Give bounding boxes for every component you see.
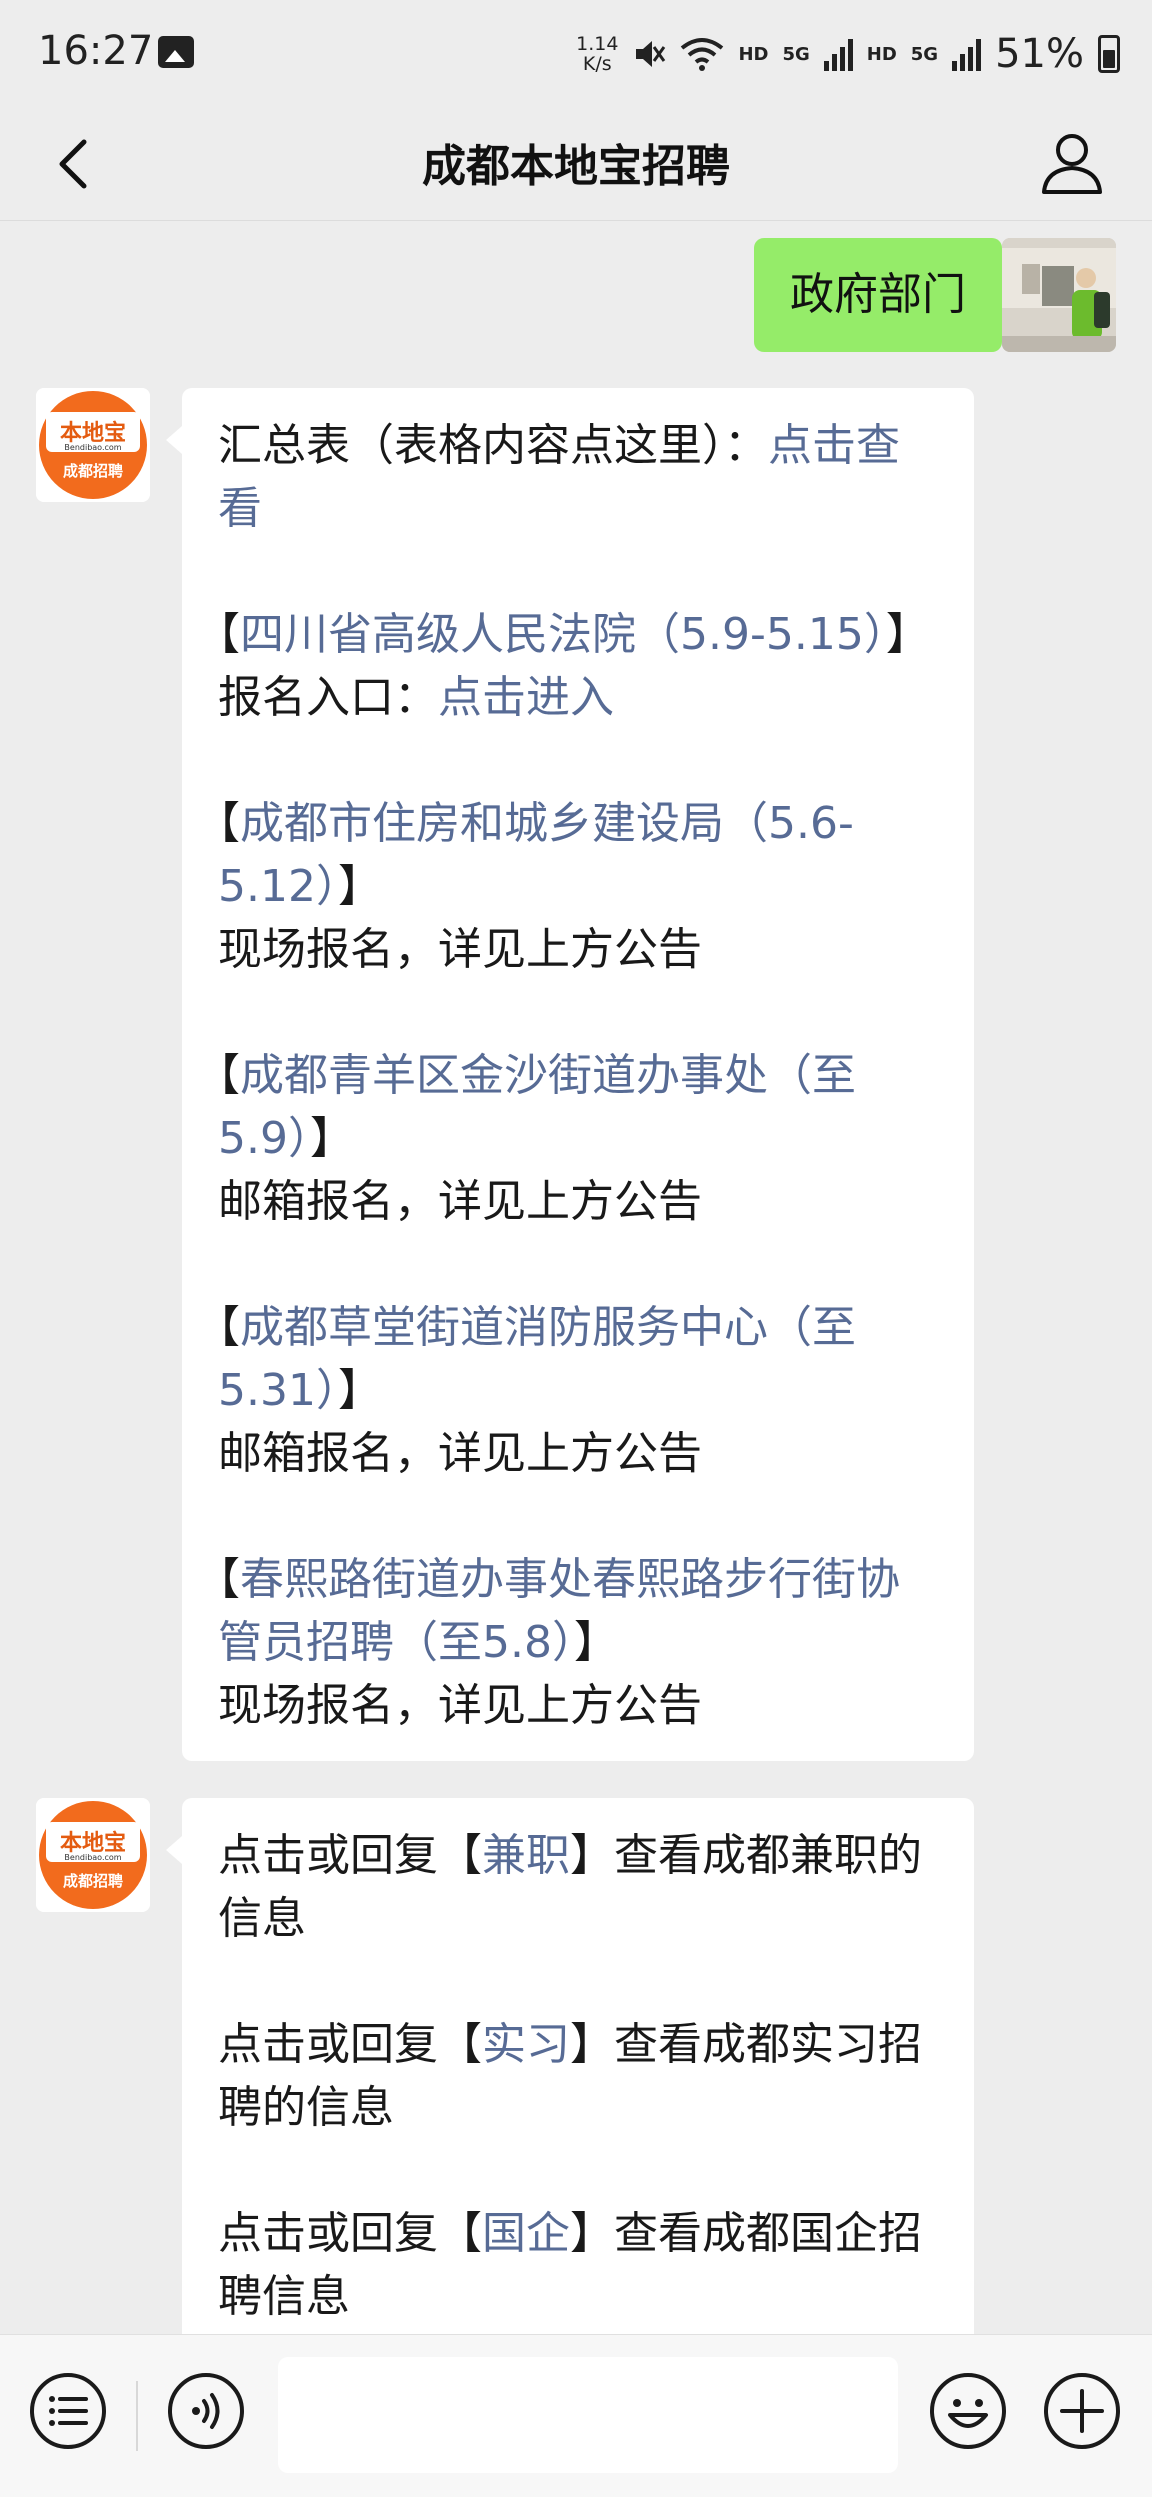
signal-label-1: 5G [782,43,810,65]
job-link[interactable]: 四川省高级人民法院（5.9-5.15） [240,609,886,660]
my-avatar[interactable] [1002,238,1116,352]
keyword-link[interactable]: 兼职 [482,1830,570,1881]
voice-icon[interactable] [166,2371,246,2451]
svg-text:成都招聘: 成都招聘 [63,1872,123,1890]
my-message-text: 政府部门 [790,269,966,320]
bot-avatar[interactable]: 本地宝 Bendibao.com 成都招聘 [36,388,150,502]
list-item: 【成都青羊区金沙街道办事处（至5.9）】 邮箱报名，详见上方公告 [196,1050,856,1227]
signal-bars-icon [952,37,982,71]
gallery-notification-icon [158,36,194,68]
divider [136,2381,138,2451]
signal-label-2: 5G [910,43,939,65]
bot-message-bubble[interactable]: 汇总表（表格内容点这里）：点击查看 【四川省高级人民法院（5.9-5.15）】报… [166,388,974,1761]
list-item: 【成都草堂街道消防服务中心（至5.31）】 邮箱报名，详见上方公告 [196,1302,856,1479]
network-speed: 1.14 K/s [576,33,619,75]
bendibao-logo: 本地宝 Bendibao.com 成都招聘 [36,388,150,502]
svg-text:成都招聘: 成都招聘 [63,462,123,480]
hd-indicator-2: HD [866,43,897,65]
hd-indicator-1: HD [738,43,769,65]
list-menu-icon[interactable] [28,2371,108,2451]
keyword-link[interactable]: 实习 [482,2019,570,2070]
chat-area[interactable]: 政府部门 本地宝 Bendibao.com 成都招聘 汇总表（表格内容点这里）：… [0,220,1152,2334]
svg-text:Bendibao.com: Bendibao.com [64,1853,121,1862]
my-message-bubble[interactable]: 政府部门 [754,238,1018,352]
summary-line: 汇总表（表格内容点这里）：点击查看 [218,420,900,534]
list-item: 点击或回复【国企】查看成都国企招聘信息 [218,2208,922,2322]
battery-icon [1098,35,1120,73]
status-bar: 16:27 1.14 K/s HD 5G HD 5G 51% [0,0,1152,108]
wifi-icon [681,38,724,71]
job-link[interactable]: 成都草堂街道消防服务中心（至5.31） [218,1302,856,1416]
avatar-photo [1002,238,1116,352]
bot-message-bubble[interactable]: 点击或回复【兼职】查看成都兼职的信息 点击或回复【实习】查看成都实习招聘的信息 … [166,1798,974,2334]
emoji-icon[interactable] [928,2371,1008,2451]
list-item: 点击或回复【实习】查看成都实习招聘的信息 [218,2019,922,2133]
list-item: 【春熙路街道办事处春熙路步行街协管员招聘（至5.8）】 现场报名，详见上方公告 [196,1554,900,1731]
list-item: 【四川省高级人民法院（5.9-5.15）】 报名入口：点击进入 [196,609,930,723]
nav-bar: 成都本地宝招聘 [0,108,1152,221]
clock: 16:27 [38,28,154,74]
svg-text:Bendibao.com: Bendibao.com [64,443,121,452]
mute-icon [636,41,666,67]
bot-avatar[interactable]: 本地宝 Bendibao.com 成都招聘 [36,1798,150,1912]
list-item: 点击或回复【兼职】查看成都兼职的信息 [218,1830,922,1944]
status-icons: 1.14 K/s HD 5G HD 5G 51% [576,26,1120,82]
plus-icon[interactable] [1042,2371,1122,2451]
input-bar [0,2334,1152,2497]
job-link[interactable]: 春熙路街道办事处春熙路步行街协管员招聘（至5.8） [218,1554,900,1668]
bendibao-logo: 本地宝 Bendibao.com 成都招聘 [36,1798,150,1912]
message-input[interactable] [278,2357,898,2473]
person-icon[interactable] [1036,126,1108,198]
signup-link[interactable]: 点击进入 [438,672,614,723]
list-item: 【成都市住房和城乡建设局（5.6-5.12）】 现场报名，详见上方公告 [196,798,854,975]
page-title: 成都本地宝招聘 [422,141,730,192]
signal-bars-icon [823,37,853,71]
battery-percent: 51% [995,31,1084,77]
keyword-link[interactable]: 国企 [482,2208,570,2259]
job-link[interactable]: 成都市住房和城乡建设局（5.6-5.12） [218,798,854,912]
